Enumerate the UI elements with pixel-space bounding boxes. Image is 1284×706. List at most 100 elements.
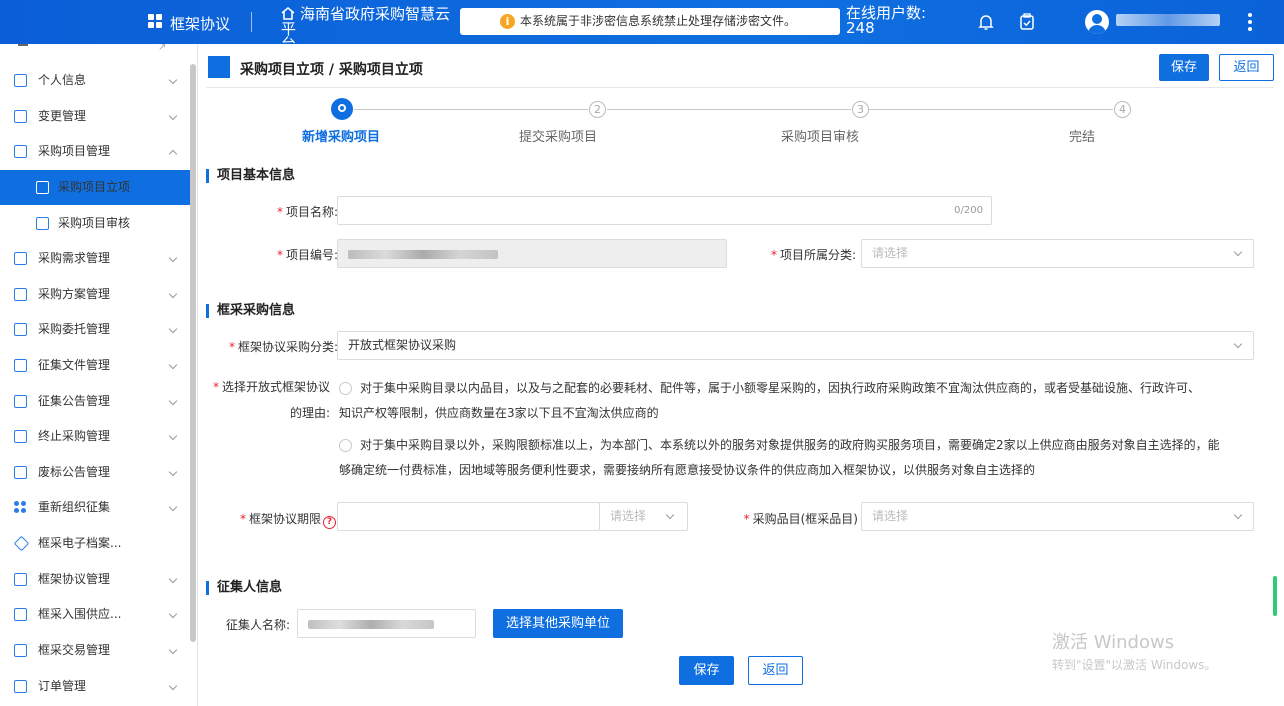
module-grid-icon[interactable] [148, 14, 162, 28]
reason-2-line1: 对于集中采购目录以外，采购限额标准以上，为本部门、本系统以外的服务对象提供服务的… [360, 438, 1220, 452]
chevron-down-icon [168, 502, 178, 512]
sidebar-item-change-management[interactable]: 变更管理 [0, 99, 190, 134]
grid-dots-icon [14, 501, 27, 514]
sidebar-item-label: 框架协议管理 [38, 572, 111, 586]
sidebar-item-project-initiation[interactable]: 采购项目立项 [0, 170, 190, 205]
step-connector [869, 109, 1113, 110]
char-counter: 0/200 [954, 205, 983, 216]
bell-icon[interactable] [978, 13, 994, 31]
sidebar-item-project-management[interactable]: 采购项目管理 [0, 134, 190, 169]
step-3-dot: 3 [852, 101, 869, 118]
header-divider [206, 87, 1274, 88]
back-button-top[interactable]: 返回 [1219, 54, 1274, 81]
sidebar-item-framework-agreement[interactable]: 框架协议管理 [0, 562, 190, 597]
sidebar-item-void-bid-notice[interactable]: 废标公告管理 [0, 455, 190, 490]
diamond-icon [13, 535, 30, 552]
framework-type-select[interactable]: 开放式框架协议采购 [337, 331, 1254, 360]
sidebar-item-electronic-archive[interactable]: 框采电子档案... [0, 526, 190, 561]
list-icon [14, 252, 27, 265]
chevron-down-icon [168, 467, 178, 477]
sidebar-collapse-toggle[interactable]: ↗ [0, 44, 190, 54]
step-connector [354, 109, 588, 110]
section-basic-info: 项目基本信息 [206, 169, 295, 183]
document-icon [14, 110, 27, 123]
sidebar-item-entrust-management[interactable]: 采购委托管理 [0, 312, 190, 347]
id-card-icon [14, 74, 27, 87]
sidebar-item-terminate-procurement[interactable]: 终止采购管理 [0, 419, 190, 454]
step-1-label: 新增采购项目 [301, 130, 380, 145]
procurement-item-select[interactable]: 请选择 [861, 502, 1254, 531]
reason-1-text: 对于集中采购目录以内品目，以及与之配套的必要耗材、配件等，属于小额零星采购的，因… [360, 375, 1260, 401]
sidebar-item-solicitation-docs[interactable]: 征集文件管理 [0, 348, 190, 383]
clipboard-check-icon[interactable] [1019, 13, 1035, 31]
more-vertical-icon[interactable] [1248, 13, 1252, 33]
sidebar-item-label: 变更管理 [38, 109, 87, 123]
sidebar-item-transaction-management[interactable]: 框采交易管理 [0, 633, 190, 668]
step-3-label: 采购项目审核 [780, 130, 859, 145]
step-2-label: 提交采购项目 [518, 130, 597, 145]
sidebar-item-label: 采购方案管理 [38, 287, 111, 301]
step-connector [607, 109, 851, 110]
collector-name-field [297, 609, 476, 638]
sidebar-item-personal-info[interactable]: 个人信息 [0, 63, 190, 98]
step-4-label: 完结 [1068, 130, 1095, 145]
save-button[interactable]: 保存 [679, 656, 734, 685]
user-avatar[interactable] [1085, 10, 1109, 34]
order-icon [14, 680, 27, 693]
sidebar-item-label: 废标公告管理 [38, 465, 111, 479]
chevron-down-icon [168, 574, 178, 584]
sidebar-item-shortlisted-suppliers[interactable]: 框采入围供应... [0, 597, 190, 632]
project-code-field [337, 239, 727, 268]
project-name-input[interactable]: 0/200 [337, 196, 992, 225]
top-bar: 框架协议 海南省政府采购智慧云平 台 i 本系统属于非涉密信息系统禁止处理存储涉… [0, 0, 1284, 52]
help-question-icon[interactable]: ? [323, 516, 336, 529]
sidebar-item-reorganize-solicitation[interactable]: 重新组织征集 [0, 490, 190, 525]
reason-label: * 选择开放式框架协议 的理由: [206, 374, 330, 426]
step-2-dot: 2 [589, 101, 606, 118]
project-code-label: * 项目编号: [276, 248, 338, 262]
period-label: * 框架协议期限? [208, 510, 336, 529]
period-input[interactable] [337, 502, 600, 531]
user-name-redacted[interactable] [1116, 14, 1220, 26]
project-category-select[interactable]: 请选择 [861, 239, 1254, 268]
choose-other-unit-button[interactable]: 选择其他采购单位 [493, 609, 623, 638]
security-notice-text: 本系统属于非涉密信息系统禁止处理存储涉密文件。 [520, 14, 797, 28]
page-title: 采购项目立项 / 采购项目立项 [240, 62, 423, 78]
sidebar-item-project-review[interactable]: 采购项目审核 [0, 206, 190, 241]
sidebar-item-label: 征集文件管理 [38, 358, 111, 372]
collector-name-label: 征集人名称: [225, 618, 290, 632]
sidebar-item-label: 采购项目管理 [38, 144, 111, 158]
reason-2-radio[interactable] [339, 439, 352, 452]
file-icon [14, 359, 27, 372]
sidebar-item-demand-management[interactable]: 采购需求管理 [0, 241, 190, 276]
security-notice: i 本系统属于非涉密信息系统禁止处理存储涉密文件。 [460, 8, 840, 35]
back-button[interactable]: 返回 [748, 656, 803, 685]
title-accent-block [208, 56, 230, 78]
redacted-value [348, 250, 498, 259]
chevron-down-icon [168, 396, 178, 406]
chevron-down-icon [1233, 339, 1243, 349]
reason-1-radio[interactable] [339, 382, 352, 395]
period-unit-select[interactable]: 请选择 [599, 502, 688, 531]
step-1-location-pin-icon [331, 98, 353, 120]
floating-side-tab[interactable] [1273, 576, 1277, 616]
module-name[interactable]: 框架协议 [170, 13, 230, 34]
site-title-line1: 海南省政府采购智慧云平 [281, 5, 451, 38]
sidebar-item-label: 征集公告管理 [38, 394, 111, 408]
project-category-label: * 项目所属分类: [770, 248, 856, 262]
procurement-item-label: * 采购品目(框采品目) [743, 512, 858, 526]
save-button-top[interactable]: 保存 [1159, 54, 1209, 81]
sidebar-item-solicitation-notice[interactable]: 征集公告管理 [0, 384, 190, 419]
transaction-icon [14, 644, 27, 657]
home-icon[interactable] [281, 6, 295, 20]
sidebar-item-label: 订单管理 [38, 679, 87, 693]
sidebar-item-label: 采购需求管理 [38, 251, 111, 265]
sidebar-item-plan-management[interactable]: 采购方案管理 [0, 277, 190, 312]
sidebar-item-order-management[interactable]: 订单管理 [0, 669, 190, 704]
period-unit-placeholder: 请选择 [610, 509, 647, 523]
chevron-down-icon [168, 75, 178, 85]
sidebar-scrollbar[interactable] [190, 64, 196, 642]
divider [251, 12, 252, 32]
chevron-down-icon [168, 111, 178, 121]
project-name-label: * 项目名称: [276, 205, 338, 219]
